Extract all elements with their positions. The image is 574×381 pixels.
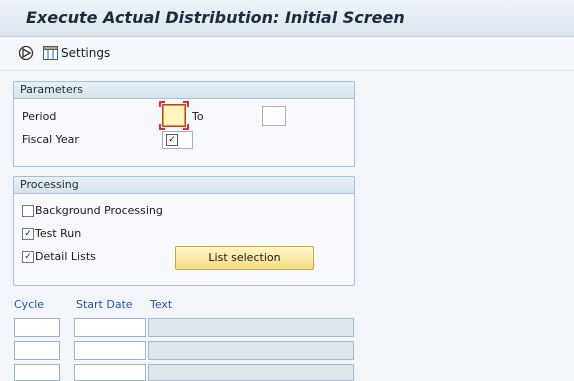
text-cell (148, 341, 354, 360)
settings-label: Settings (61, 46, 111, 60)
fiscal-year-check-icon: ✓ (166, 134, 178, 146)
fiscal-year-label: Fiscal Year (22, 133, 79, 146)
parameters-group-title: Parameters (14, 82, 354, 99)
test-run-checkbox[interactable]: ✓ (22, 228, 34, 240)
list-selection-button[interactable]: List selection (175, 246, 314, 270)
text-cell (148, 364, 354, 381)
column-header-text[interactable]: Text (150, 298, 172, 311)
detail-lists-checkbox[interactable]: ✓ (22, 251, 34, 263)
period-to-input[interactable] (262, 106, 286, 126)
test-run-label: Test Run (35, 227, 82, 240)
execute-icon[interactable] (18, 45, 34, 61)
background-processing-checkbox[interactable] (22, 205, 34, 217)
period-from-input[interactable] (163, 105, 185, 126)
to-label: To (192, 110, 204, 123)
cycle-cell[interactable] (14, 341, 60, 360)
cycle-cell[interactable] (14, 364, 60, 381)
text-cell (148, 318, 354, 337)
cycle-cell[interactable] (14, 318, 60, 337)
start-date-cell[interactable] (74, 318, 146, 337)
column-header-start-date[interactable]: Start Date (76, 298, 133, 311)
settings-button[interactable]: Settings (43, 45, 110, 61)
column-header-cycle[interactable]: Cycle (14, 298, 44, 311)
background-processing-label: Background Processing (35, 204, 163, 217)
start-date-cell[interactable] (74, 341, 146, 360)
processing-group-title: Processing (14, 177, 354, 194)
period-label: Period (22, 110, 57, 123)
page-title: Execute Actual Distribution: Initial Scr… (26, 8, 405, 27)
settings-icon (43, 46, 58, 60)
start-date-cell[interactable] (74, 364, 146, 381)
detail-lists-label: Detail Lists (35, 250, 96, 263)
